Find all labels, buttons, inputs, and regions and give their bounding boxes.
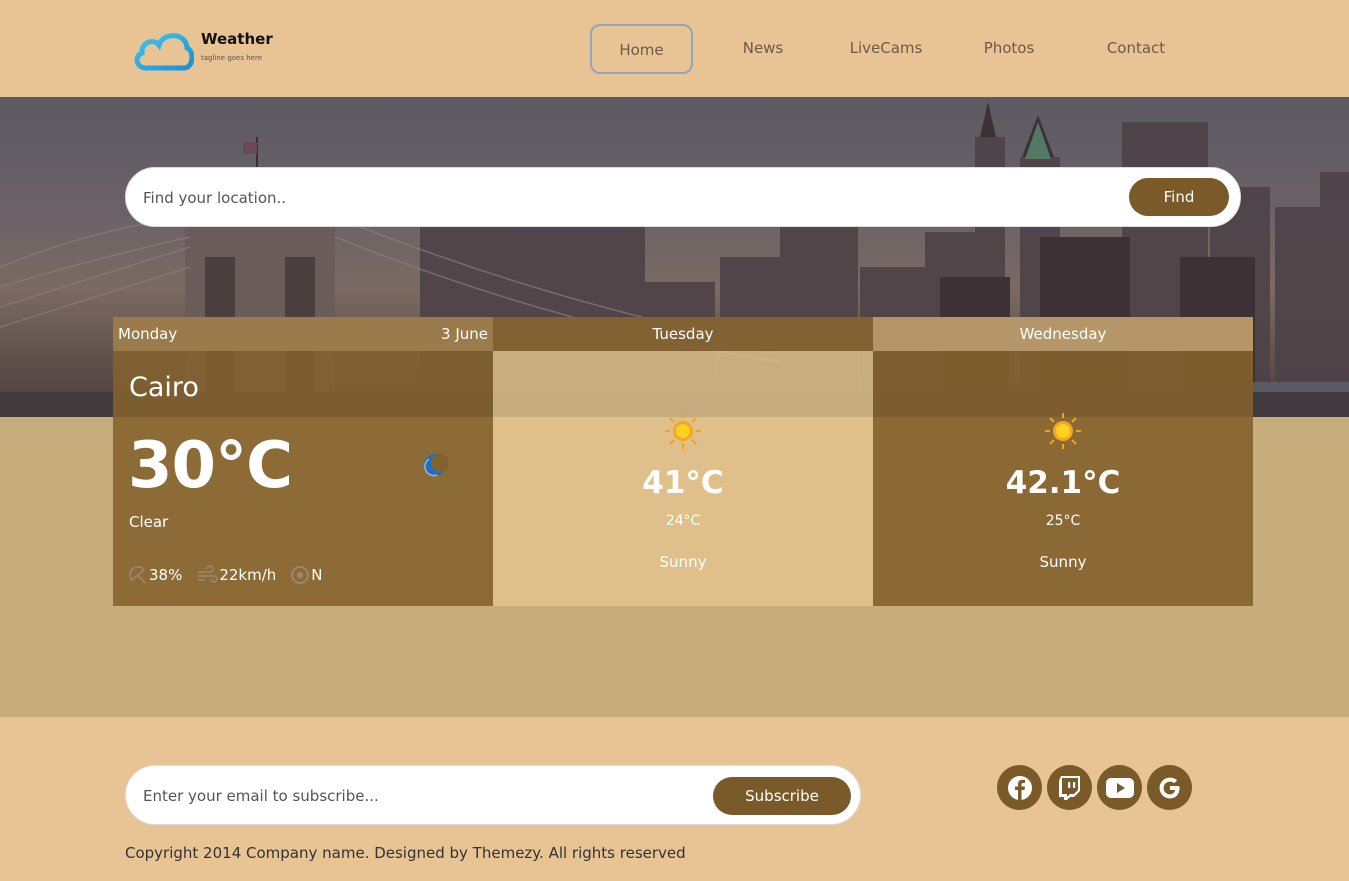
forecast-card-tuesday: Tuesday 41°C 24°C Sunny	[493, 317, 873, 606]
email-subscribe-input[interactable]	[143, 783, 703, 809]
cloud-logo-icon	[134, 33, 194, 71]
nav-news[interactable]: News	[723, 24, 803, 74]
youtube-icon	[1105, 777, 1134, 798]
copyright-text: Copyright 2014 Company name. Designed by…	[125, 844, 686, 862]
facebook-icon	[1007, 775, 1032, 800]
forecast-condition: Sunny	[659, 553, 707, 571]
direction-value: N	[311, 566, 323, 584]
facebook-link[interactable]	[997, 765, 1042, 810]
forecast-min-temp: 24°C	[665, 513, 701, 529]
sun-icon	[1045, 413, 1081, 449]
today-date: 3 June	[441, 325, 488, 343]
nav-contact[interactable]: Contact	[1091, 24, 1181, 74]
location-search-bar: Find	[125, 167, 1241, 227]
nav-home[interactable]: Home	[590, 24, 693, 74]
logo-tagline: tagline goes here	[201, 54, 263, 62]
forecast-min-temp: 25°C	[1045, 513, 1081, 529]
find-button[interactable]: Find	[1129, 178, 1229, 216]
wind-value: 22km/h	[219, 566, 277, 584]
wind-stat: 22km/h	[196, 565, 276, 585]
twitch-icon	[1058, 775, 1080, 800]
site-header: Weather tagline goes here Home News Live…	[0, 0, 1349, 97]
today-day-name: Monday	[118, 325, 178, 343]
forecast-max-temp: 42.1°C	[1005, 465, 1121, 501]
forecast-max-temp: 41°C	[642, 465, 724, 501]
humidity-stat: 38%	[128, 565, 182, 585]
main-nav: Home News LiveCams Photos Contact	[590, 24, 1181, 74]
subscribe-form: Subscribe	[125, 765, 861, 825]
umbrella-icon	[129, 566, 146, 584]
forecast-condition: Sunny	[1039, 553, 1087, 571]
humidity-value: 38%	[149, 566, 183, 584]
youtube-link[interactable]	[1097, 765, 1142, 810]
subscribe-button[interactable]: Subscribe	[713, 777, 851, 815]
google-icon	[1159, 777, 1180, 798]
wind-icon	[198, 565, 219, 583]
social-links	[997, 765, 1197, 810]
city-name: Cairo	[129, 372, 199, 403]
logo-title: Weather	[201, 30, 273, 48]
current-condition: Clear	[129, 513, 169, 531]
twitch-link[interactable]	[1047, 765, 1092, 810]
logo[interactable]: Weather tagline goes here	[132, 28, 273, 72]
today-header: Monday 3 June	[113, 317, 493, 351]
forecast-card-wednesday: Wednesday 42.1°C 25°C Sunny	[873, 317, 1253, 606]
nav-photos[interactable]: Photos	[969, 24, 1049, 74]
current-temperature: 30°C	[128, 429, 293, 503]
direction-stat: N	[290, 565, 323, 585]
forecast-day-name: Tuesday	[493, 317, 873, 351]
moon-icon	[424, 454, 449, 477]
compass-icon	[291, 566, 310, 584]
google-link[interactable]	[1147, 765, 1192, 810]
location-search-input[interactable]	[143, 185, 1093, 211]
nav-livecams[interactable]: LiveCams	[841, 24, 931, 74]
forecast-day-name: Wednesday	[873, 317, 1253, 351]
today-forecast-card: Monday 3 June Cairo 30°C Clear 38% 22km/…	[113, 317, 493, 606]
sun-icon	[665, 413, 701, 449]
weather-stats: 38% 22km/h N	[128, 565, 337, 585]
forecast-panel: Monday 3 June Cairo 30°C Clear 38% 22km/…	[113, 317, 1253, 606]
